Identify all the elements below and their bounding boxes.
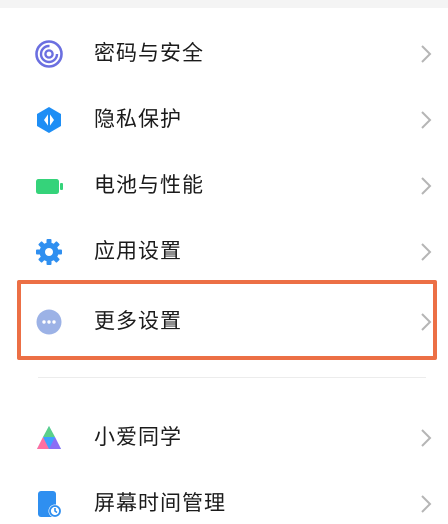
- settings-item-app-settings[interactable]: 应用设置: [0, 218, 448, 284]
- settings-item-label: 密码与安全: [94, 41, 204, 65]
- settings-item-xiaoai[interactable]: 小爱同学: [0, 404, 448, 470]
- battery-icon: [36, 179, 63, 194]
- section-divider: [38, 377, 426, 378]
- chevron-right-icon: [421, 243, 432, 261]
- chevron-right-icon: [421, 177, 432, 195]
- settings-item-label: 屏幕时间管理: [94, 491, 226, 515]
- settings-item-privacy[interactable]: 隐私保护: [0, 86, 448, 152]
- gear-icon: [36, 239, 62, 265]
- chevron-right-icon: [421, 313, 432, 331]
- xiaoai-icon: [37, 426, 61, 449]
- settings-item-more-settings[interactable]: 更多设置: [0, 288, 448, 354]
- settings-item-password-security[interactable]: 密码与安全: [0, 20, 448, 86]
- settings-screen: 密码与安全 隐私保护 电池与性能 应用设置 更多设置 小爱同学 屏幕时间管理: [0, 0, 448, 524]
- chevron-right-icon: [421, 429, 432, 447]
- more-icon: [36, 309, 62, 335]
- fingerprint-icon: [35, 40, 63, 68]
- top-separator: [0, 0, 448, 8]
- settings-item-label: 电池与性能: [94, 173, 204, 197]
- settings-item-screen-time[interactable]: 屏幕时间管理: [0, 470, 448, 524]
- screen-time-icon: [38, 491, 62, 518]
- settings-item-label: 隐私保护: [94, 107, 182, 131]
- chevron-right-icon: [421, 111, 432, 129]
- settings-item-label: 小爱同学: [94, 425, 182, 449]
- privacy-shield-icon: [37, 107, 61, 133]
- settings-item-label: 更多设置: [94, 309, 182, 333]
- chevron-right-icon: [421, 495, 432, 513]
- settings-item-battery-performance[interactable]: 电池与性能: [0, 152, 448, 218]
- chevron-right-icon: [421, 45, 432, 63]
- settings-item-label: 应用设置: [94, 239, 182, 263]
